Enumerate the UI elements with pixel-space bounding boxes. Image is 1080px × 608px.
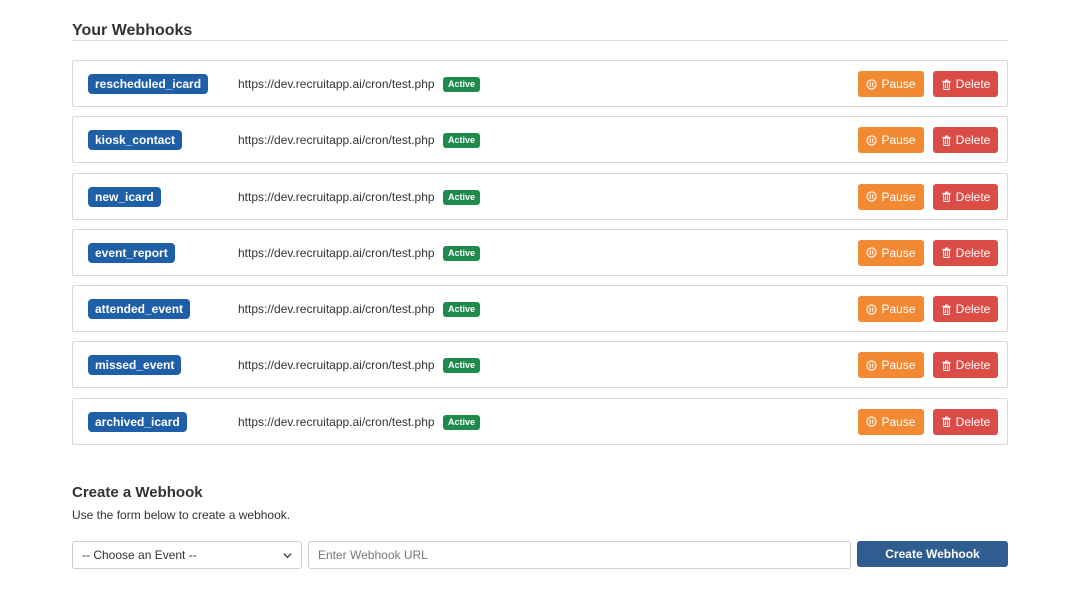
delete-label: Delete [955, 358, 991, 373]
webhook-row: attended_event https://dev.recruitapp.ai… [72, 285, 1008, 333]
webhook-url: https://dev.recruitapp.ai/cron/test.php [238, 77, 435, 91]
event-select[interactable]: -- Choose an Event -- [72, 541, 302, 569]
webhook-url: https://dev.recruitapp.ai/cron/test.php [238, 133, 435, 148]
pause-button[interactable]: Pause [858, 296, 924, 323]
webhook-row: kiosk_contact https://dev.recruitapp.ai/… [72, 116, 1008, 164]
create-webhook-button[interactable]: Create Webhook [857, 541, 1008, 567]
delete-button[interactable]: Delete [933, 352, 998, 379]
event-badge: new_icard [88, 186, 161, 207]
event-badge: attended_event [88, 299, 191, 320]
trash-icon [942, 416, 951, 428]
pause-button[interactable]: Pause [858, 183, 924, 210]
webhook-url-input[interactable] [308, 541, 851, 569]
pause-label: Pause [881, 358, 916, 373]
event-badge: rescheduled_icard [88, 74, 209, 94]
delete-button[interactable]: Delete [933, 408, 998, 435]
delete-label: Delete [955, 245, 991, 260]
pause-circle-icon [866, 191, 878, 202]
trash-icon [942, 135, 951, 146]
status-badge: Active [443, 77, 481, 92]
trash-icon [942, 191, 951, 203]
pause-label: Pause [881, 77, 916, 91]
webhook-row: event_report https://dev.recruitapp.ai/c… [72, 228, 1008, 276]
status-badge: Active [443, 245, 481, 261]
delete-button[interactable]: Delete [933, 71, 998, 97]
pause-circle-icon [866, 135, 878, 146]
pause-circle-icon [866, 360, 878, 371]
status-badge: Active [443, 302, 481, 318]
webhook-row: new_icard https://dev.recruitapp.ai/cron… [72, 172, 1008, 220]
create-section-description: Use the form below to create a webhook. [72, 508, 291, 522]
webhooks-page: Your Webhooks rescheduled_icard https://… [72, 0, 1008, 569]
event-badge: missed_event [88, 355, 182, 376]
webhook-list: rescheduled_icard https://dev.recruitapp… [72, 60, 1008, 445]
delete-button[interactable]: Delete [933, 127, 998, 154]
delete-button[interactable]: Delete [933, 296, 998, 323]
pause-button[interactable]: Pause [858, 239, 924, 266]
webhook-row: rescheduled_icard https://dev.recruitapp… [72, 60, 1008, 107]
chevron-down-icon [283, 553, 292, 559]
pause-label: Pause [881, 414, 916, 429]
delete-label: Delete [955, 133, 991, 148]
pause-button[interactable]: Pause [858, 352, 924, 379]
trash-icon [942, 304, 951, 315]
event-badge: kiosk_contact [88, 130, 183, 151]
pause-circle-icon [866, 78, 878, 90]
pause-button[interactable]: Pause [858, 127, 924, 154]
pause-circle-icon [866, 304, 878, 315]
pause-button[interactable]: Pause [858, 408, 924, 435]
pause-circle-icon [866, 247, 878, 259]
delete-label: Delete [955, 77, 991, 91]
webhook-row: missed_event https://dev.recruitapp.ai/c… [72, 341, 1008, 389]
pause-circle-icon [866, 416, 878, 427]
webhook-url: https://dev.recruitapp.ai/cron/test.php [238, 302, 435, 317]
status-badge: Active [443, 358, 481, 374]
trash-icon [942, 360, 951, 371]
event-select-value: -- Choose an Event -- [82, 548, 197, 562]
webhook-url: https://dev.recruitapp.ai/cron/test.php [238, 414, 435, 429]
pause-label: Pause [881, 133, 916, 148]
webhook-url: https://dev.recruitapp.ai/cron/test.php [238, 245, 435, 260]
status-badge: Active [443, 189, 481, 205]
webhook-url: https://dev.recruitapp.ai/cron/test.php [238, 358, 435, 373]
delete-button[interactable]: Delete [933, 239, 998, 266]
trash-icon [942, 79, 951, 90]
delete-label: Delete [955, 302, 991, 317]
pause-label: Pause [881, 302, 916, 317]
pause-label: Pause [881, 189, 916, 204]
event-badge: event_report [88, 242, 175, 263]
delete-label: Delete [955, 414, 991, 429]
webhook-url: https://dev.recruitapp.ai/cron/test.php [238, 189, 435, 204]
pause-label: Pause [881, 245, 916, 260]
status-badge: Active [443, 133, 481, 149]
create-section-title: Create a Webhook [72, 484, 203, 501]
status-badge: Active [443, 414, 481, 430]
event-badge: archived_icard [88, 411, 187, 432]
pause-button[interactable]: Pause [858, 71, 924, 97]
delete-label: Delete [955, 189, 991, 204]
webhooks-section-title: Your Webhooks [72, 0, 1008, 41]
trash-icon [942, 247, 951, 259]
webhook-row: archived_icard https://dev.recruitapp.ai… [72, 397, 1008, 445]
delete-button[interactable]: Delete [933, 183, 998, 210]
